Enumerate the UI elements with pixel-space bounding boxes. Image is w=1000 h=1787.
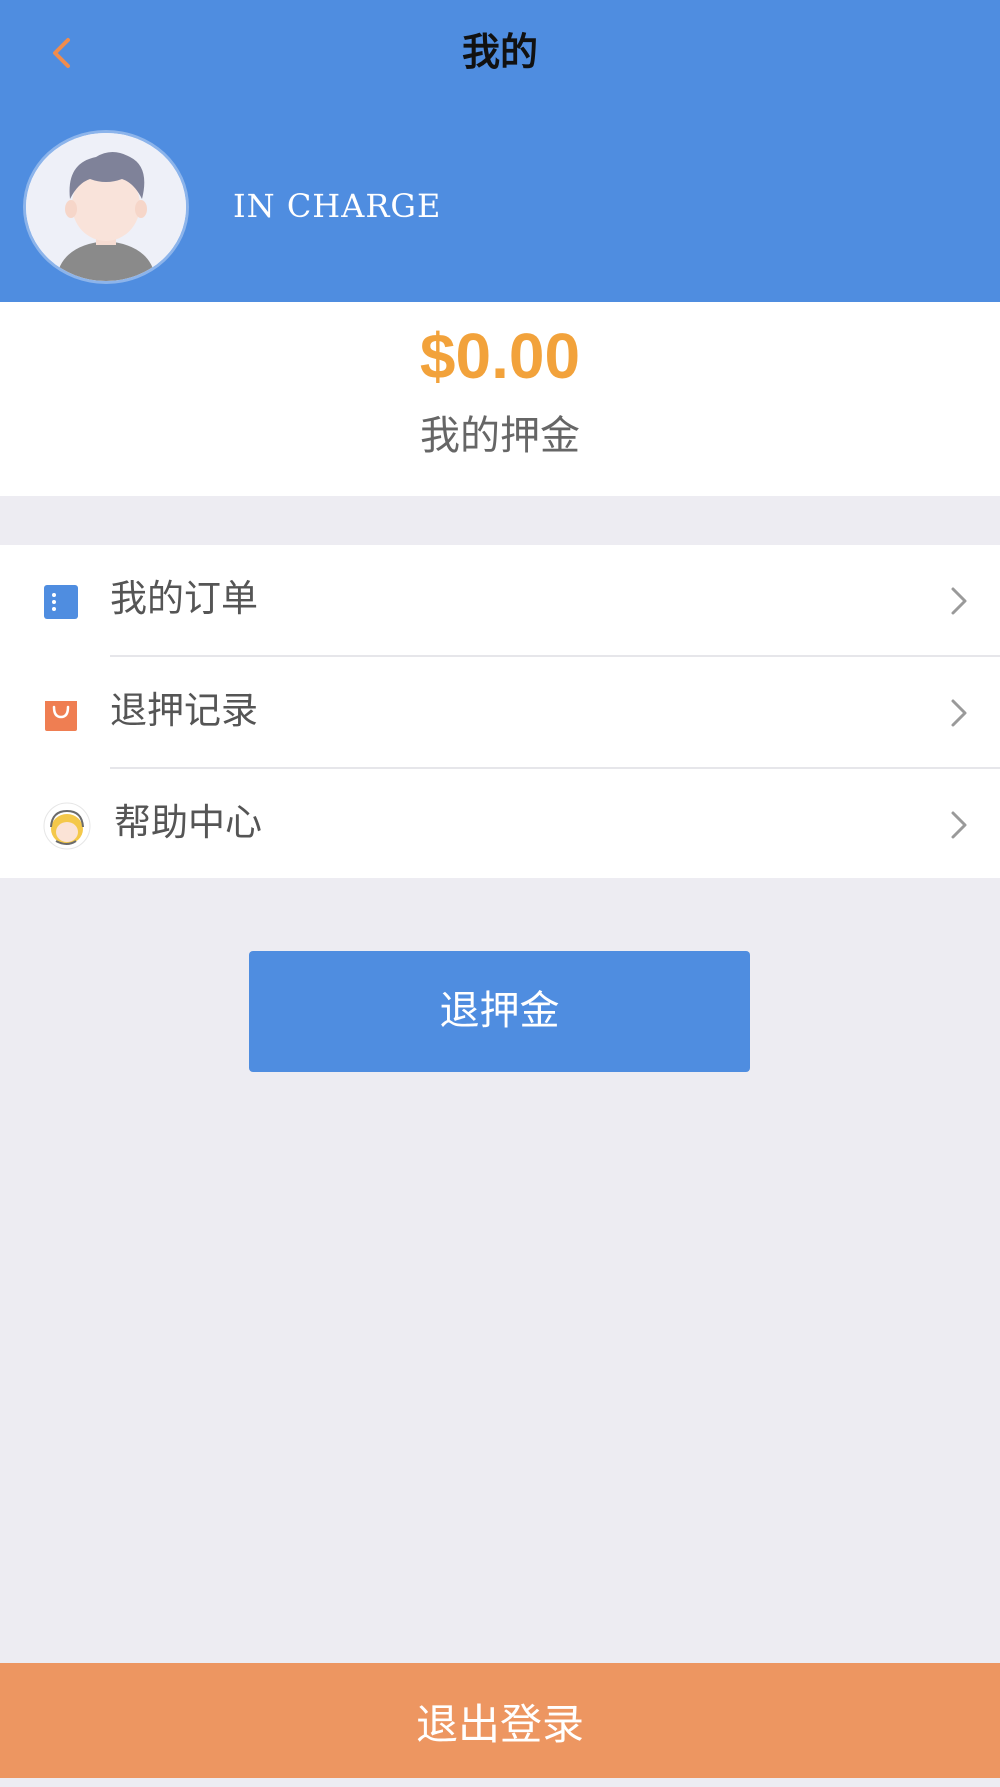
customer-service-icon: [43, 802, 91, 850]
page-title: 我的: [461, 30, 538, 74]
user-avatar-icon: [26, 133, 186, 281]
logout-button[interactable]: 退出登录: [0, 1663, 1000, 1778]
menu-item-label: 退押记录: [110, 689, 258, 732]
avatar[interactable]: [26, 133, 186, 281]
shopping-bag-icon: [45, 701, 77, 731]
menu-item-help-center[interactable]: 帮助中心: [0, 769, 1000, 880]
chevron-right-icon: [951, 587, 967, 615]
order-list-icon: [44, 585, 78, 619]
username: IN CHARGE: [233, 187, 442, 225]
menu-item-label: 我的订单: [110, 577, 258, 620]
deposit-label: 我的押金: [420, 413, 580, 459]
chevron-right-icon: [951, 699, 967, 727]
menu-item-my-orders[interactable]: 我的订单: [0, 545, 1000, 656]
profile-header: 我的 IN CHARGE: [0, 0, 1000, 302]
refund-deposit-button[interactable]: 退押金: [249, 951, 750, 1072]
deposit-amount: $0.00: [419, 320, 581, 392]
deposit-panel: $0.00 我的押金: [0, 302, 1000, 496]
menu-list: 我的订单 退押记录 帮助中心: [0, 545, 1000, 878]
chevron-right-icon: [951, 811, 967, 839]
menu-item-refund-records[interactable]: 退押记录: [0, 657, 1000, 768]
menu-item-label: 帮助中心: [114, 801, 262, 844]
